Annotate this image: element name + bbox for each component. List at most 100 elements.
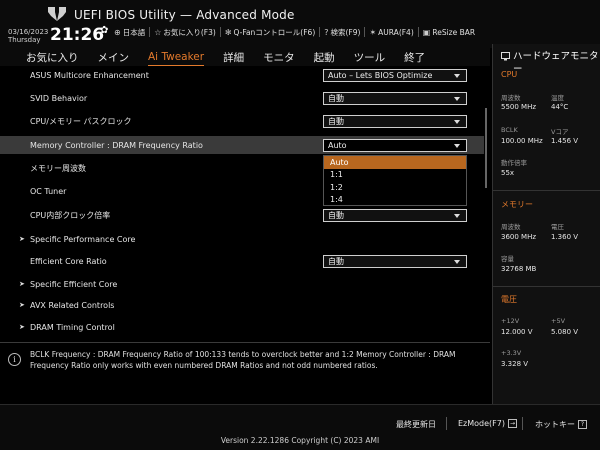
cpu-temp-value: 44°C [551, 103, 569, 111]
pass-clock-select[interactable]: 自動 [323, 114, 467, 128]
setting-row-eff-core[interactable]: ➤ Specific Efficient Core [0, 275, 484, 293]
setting-label: CPU/メモリー パスクロック [30, 116, 132, 126]
star-icon: ☆ [154, 27, 162, 37]
date-text: 03/16/2023 [8, 28, 49, 36]
mem-freq-value: 3600 MHz [501, 233, 537, 241]
menu-ai-tweaker[interactable]: Ai Tweaker [148, 51, 205, 66]
cpu-temp-label: 温度 [551, 94, 564, 102]
select-value: 自動 [328, 93, 344, 103]
scrollbar[interactable] [485, 108, 487, 188]
menu-boot[interactable]: 起動 [314, 50, 335, 65]
language-label: 日本語 [122, 27, 146, 37]
top-toolbar: ⊕ 日本語 ☆ お気に入り(F3) ✻ Q-Fanコントロール(F6) ? 検索… [110, 27, 479, 37]
setting-row-cpu-ratio[interactable]: CPU内部クロック倍率 自動 [0, 206, 484, 224]
setting-row-svid[interactable]: SVID Behavior 自動 [0, 89, 484, 107]
select-value: Auto – Lets BIOS Optimize [328, 70, 433, 80]
setting-row-dram-ratio[interactable]: Memory Controller : DRAM Frequency Ratio… [0, 136, 484, 154]
resize-bar-button[interactable]: ▣ ReSize BAR [417, 27, 479, 37]
last-modified-label: 最終更新日 [396, 420, 436, 429]
favorites-label: お気に入り(F3) [163, 27, 216, 37]
v12-label: +12V [501, 317, 520, 325]
main-menu: お気に入り メイン Ai Tweaker 詳細 モニタ 起動 ツール 終了 [0, 48, 490, 66]
language-button[interactable]: ⊕ 日本語 [110, 27, 149, 37]
ratio-value: 55x [501, 169, 515, 177]
setting-label: Efficient Core Ratio [30, 256, 107, 266]
help-panel: i BCLK Frequency : DRAM Frequency Ratio … [0, 342, 490, 404]
tuf-logo-icon [48, 7, 66, 21]
globe-icon: ⊕ [114, 27, 121, 37]
qfan-button[interactable]: ✻ Q-Fanコントロール(F6) [219, 27, 319, 37]
select-value: 自動 [328, 210, 344, 220]
last-modified-button[interactable]: 最終更新日 [396, 419, 436, 430]
divider [446, 417, 447, 430]
setting-row-dram-timing[interactable]: ➤ DRAM Timing Control [0, 318, 484, 336]
setting-label: Memory Controller : DRAM Frequency Ratio [30, 140, 203, 150]
bclk-value: 100.00 MHz [501, 137, 543, 145]
search-button[interactable]: ? 検索(F9) [319, 27, 364, 37]
menu-main[interactable]: メイン [98, 50, 130, 65]
menu-tool[interactable]: ツール [354, 50, 386, 65]
aura-button[interactable]: ✶ AURA(F4) [364, 27, 417, 37]
search-icon: ? [324, 27, 329, 37]
cpu-freq-value: 5500 MHz [501, 103, 537, 111]
select-value: 自動 [328, 116, 344, 126]
chevron-right-icon: ➤ [19, 323, 25, 331]
hw-section-memory: メモリー [501, 200, 533, 209]
ezmode-button[interactable]: EzMode(F7) → [458, 419, 517, 428]
favorites-button[interactable]: ☆ お気に入り(F3) [149, 27, 220, 37]
multicore-select[interactable]: Auto – Lets BIOS Optimize [323, 68, 467, 82]
chevron-down-icon [454, 213, 460, 218]
aura-label: AURA(F4) [378, 27, 414, 37]
dropdown-option-1-2[interactable]: 1:2 [324, 181, 466, 194]
setting-row-multicore[interactable]: ASUS Multicore Enhancement Auto – Lets B… [0, 66, 484, 84]
menu-advanced[interactable]: 詳細 [223, 50, 244, 65]
header: UEFI BIOS Utility — Advanced Mode 03/16/… [0, 0, 600, 48]
hw-section-voltage: 電圧 [501, 295, 517, 304]
mem-cap-label: 容量 [501, 255, 514, 263]
eff-core-ratio-select[interactable]: 自動 [323, 254, 467, 268]
v5-value: 5.080 V [551, 328, 579, 336]
bclk-label: BCLK [501, 126, 518, 134]
menu-favorites[interactable]: お気に入り [26, 50, 79, 65]
mem-volt-value: 1.360 V [551, 233, 579, 241]
cpu-freq-label: 周波数 [501, 94, 521, 102]
setting-row-avx[interactable]: ➤ AVX Related Controls [0, 296, 484, 314]
svid-select[interactable]: 自動 [323, 91, 467, 105]
hardware-monitor-panel: ハードウェアモニター CPU 周波数 温度 5500 MHz 44°C BCLK… [492, 44, 600, 404]
vcore-value: 1.456 V [551, 137, 579, 145]
dram-ratio-select[interactable]: Auto [323, 138, 467, 152]
dropdown-option-auto[interactable]: Auto [324, 156, 466, 169]
setting-label: Specific Performance Core [30, 234, 136, 244]
menu-monitor[interactable]: モニタ [263, 50, 295, 65]
aura-icon: ✶ [369, 27, 377, 37]
ratio-label: 動作倍率 [501, 159, 527, 167]
setting-label: CPU内部クロック倍率 [30, 210, 111, 220]
app-title: UEFI BIOS Utility — Advanced Mode [74, 8, 295, 22]
hw-monitor-title: ハードウェアモニター [513, 51, 599, 75]
cpu-ratio-select[interactable]: 自動 [323, 208, 467, 222]
dropdown-option-1-1[interactable]: 1:1 [324, 169, 466, 182]
hotkeys-label: ホットキー [535, 420, 575, 429]
date-display: 03/16/2023 Thursday [8, 28, 48, 44]
resize-bar-icon: ▣ [422, 27, 431, 37]
chevron-right-icon: ➤ [19, 235, 25, 243]
day-text: Thursday [8, 36, 41, 44]
hotkeys-button[interactable]: ホットキー ? [535, 419, 587, 430]
gear-icon[interactable]: ✿ [100, 25, 108, 36]
dropdown-option-1-4[interactable]: 1:4 [324, 194, 466, 207]
setting-label: AVX Related Controls [30, 300, 115, 310]
setting-label: OC Tuner [30, 186, 67, 196]
setting-row-pass-clock[interactable]: CPU/メモリー パスクロック 自動 [0, 112, 484, 130]
divider [493, 190, 600, 191]
setting-row-perf-core[interactable]: ➤ Specific Performance Core [0, 230, 484, 248]
search-label: 検索(F9) [330, 27, 361, 37]
vcore-label: Vコア [551, 128, 569, 136]
chevron-right-icon: ➤ [19, 301, 25, 309]
mem-freq-label: 周波数 [501, 223, 521, 231]
menu-exit[interactable]: 終了 [404, 50, 425, 65]
setting-row-eff-core-ratio[interactable]: Efficient Core Ratio 自動 [0, 252, 484, 270]
v33-value: 3.328 V [501, 360, 529, 368]
fan-icon: ✻ [224, 27, 232, 37]
setting-label: SVID Behavior [30, 93, 88, 103]
dram-ratio-dropdown: Auto 1:1 1:2 1:4 [323, 155, 467, 206]
